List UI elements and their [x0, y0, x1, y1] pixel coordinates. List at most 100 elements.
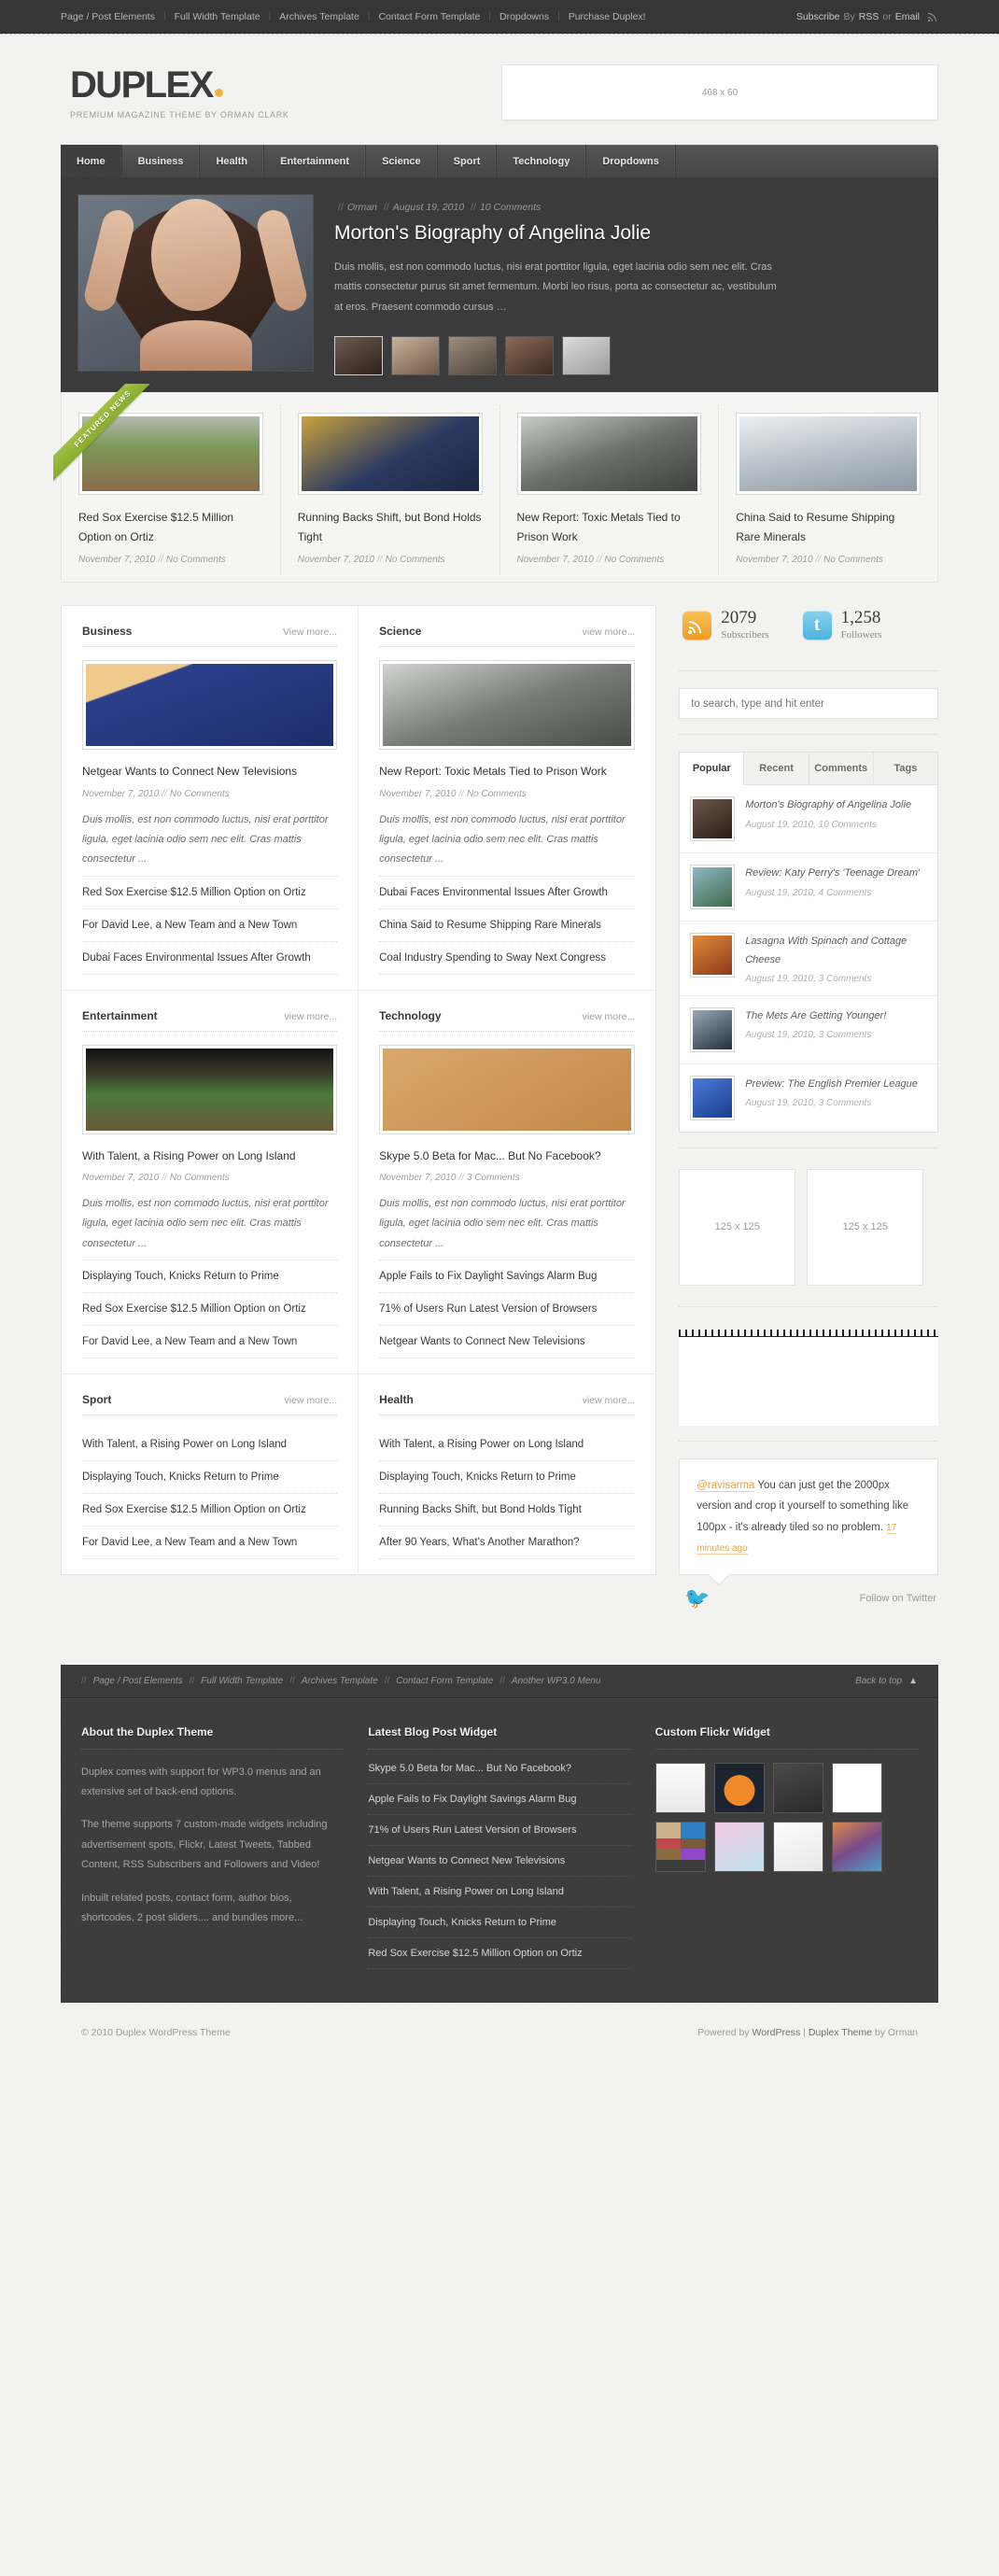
- featured-item[interactable]: China Said to Resume Shipping Rare Miner…: [719, 405, 937, 574]
- top-nav-link-0[interactable]: Page / Post Elements: [61, 11, 163, 22]
- featured-item-comments[interactable]: No Comments: [823, 555, 883, 565]
- ad-slot-1[interactable]: 125 x 125: [679, 1168, 796, 1286]
- list-item[interactable]: Dubai Faces Environmental Issues After G…: [82, 940, 338, 975]
- wordpress-link[interactable]: WordPress: [753, 2027, 801, 2038]
- post-title[interactable]: Lasagna With Spinach and Cottage Cheese: [745, 933, 927, 969]
- view-more-link[interactable]: view more...: [583, 1011, 636, 1022]
- rss-icon[interactable]: [927, 11, 938, 22]
- list-item[interactable]: Apple Fails to Fix Daylight Savings Alar…: [379, 1260, 636, 1292]
- post-comments[interactable]: No Comments: [170, 1173, 230, 1183]
- list-item[interactable]: The Mets Are Getting Younger! August 19, …: [680, 996, 937, 1064]
- tab-tags[interactable]: Tags: [873, 753, 937, 786]
- post-title[interactable]: Morton's Biography of Angelina Jolie: [745, 796, 927, 814]
- featured-item[interactable]: Running Backs Shift, but Bond Holds Tigh…: [281, 405, 500, 575]
- search-input[interactable]: [679, 688, 938, 720]
- post-thumbnail[interactable]: [82, 1044, 338, 1134]
- post-thumbnail[interactable]: [690, 933, 736, 978]
- footer-nav-link-2[interactable]: Archives Template: [297, 1676, 383, 1686]
- ad-slot-2[interactable]: 125 x 125: [807, 1168, 924, 1286]
- rss-feed-icon[interactable]: [682, 610, 712, 640]
- list-item[interactable]: For David Lee, a New Team and a New Town: [82, 1325, 338, 1359]
- header-ad-banner[interactable]: 468 x 60: [501, 64, 938, 120]
- flickr-thumb[interactable]: [713, 1762, 765, 1813]
- tweet-handle-link[interactable]: @ravisarma: [696, 1479, 755, 1492]
- featured-thumbnail[interactable]: [78, 413, 263, 496]
- featured-thumbnail[interactable]: [516, 413, 702, 496]
- slider-author[interactable]: Orman: [347, 202, 377, 213]
- post-title[interactable]: Preview: The English Premier League: [745, 1076, 927, 1093]
- nav-item-home[interactable]: Home: [61, 145, 122, 177]
- post-thumbnail[interactable]: [690, 1075, 736, 1120]
- view-more-link[interactable]: view more...: [583, 626, 636, 638]
- featured-item-title[interactable]: New Report: Toxic Metals Tied to Prison …: [517, 508, 702, 547]
- list-item[interactable]: For David Lee, a New Team and a New Town: [82, 1526, 338, 1560]
- nav-item-science[interactable]: Science: [366, 145, 438, 177]
- list-item[interactable]: 71% of Users Run Latest Version of Brows…: [368, 1815, 631, 1846]
- list-item[interactable]: After 90 Years, What's Another Marathon?: [379, 1526, 636, 1560]
- nav-item-entertainment[interactable]: Entertainment: [264, 145, 367, 177]
- nav-item-health[interactable]: Health: [200, 145, 265, 177]
- flickr-thumb[interactable]: [713, 1821, 765, 1872]
- list-item[interactable]: With Talent, a Rising Power on Long Isla…: [368, 1877, 631, 1907]
- featured-item-comments[interactable]: No Comments: [604, 555, 664, 565]
- featured-item-title[interactable]: Running Backs Shift, but Bond Holds Tigh…: [298, 508, 483, 547]
- view-more-link[interactable]: view more...: [285, 1011, 338, 1022]
- slider-thumb-2[interactable]: [391, 336, 440, 376]
- featured-item-comments[interactable]: No Comments: [166, 555, 226, 565]
- top-nav-link-5[interactable]: Purchase Duplex!: [560, 11, 654, 22]
- slider-thumb-3[interactable]: [448, 336, 497, 376]
- view-more-link[interactable]: View more...: [283, 626, 337, 638]
- list-item[interactable]: Review: Katy Perry's 'Teenage Dream' Augu…: [680, 853, 937, 922]
- flickr-thumb[interactable]: [772, 1762, 823, 1813]
- footer-nav-link-1[interactable]: Full Width Template: [196, 1676, 288, 1686]
- post-title[interactable]: The Mets Are Getting Younger!: [745, 1007, 927, 1025]
- flickr-thumb[interactable]: [654, 1821, 706, 1872]
- list-item[interactable]: Skype 5.0 Beta for Mac... But No Faceboo…: [368, 1763, 631, 1784]
- twitter-icon[interactable]: t: [802, 610, 832, 640]
- featured-item[interactable]: Red Sox Exercise $12.5 Million Option on…: [62, 405, 281, 575]
- slider-hero-image[interactable]: [77, 194, 314, 372]
- nav-item-dropdowns[interactable]: Dropdowns: [586, 145, 676, 177]
- featured-item[interactable]: New Report: Toxic Metals Tied to Prison …: [500, 405, 720, 575]
- post-thumbnail[interactable]: [690, 865, 736, 910]
- slider-comment-count[interactable]: 10 Comments: [480, 202, 541, 213]
- nav-item-business[interactable]: Business: [122, 145, 201, 177]
- post-comments[interactable]: No Comments: [467, 789, 527, 799]
- featured-item-title[interactable]: China Said to Resume Shipping Rare Miner…: [736, 508, 921, 547]
- top-nav-link-2[interactable]: Archives Template: [271, 11, 368, 22]
- post-thumbnail[interactable]: [82, 660, 338, 751]
- list-item[interactable]: Red Sox Exercise $12.5 Million Option on…: [368, 1938, 631, 1969]
- site-logo[interactable]: DUPLEX: [70, 66, 289, 104]
- subscribe-email-link[interactable]: Email: [895, 11, 920, 22]
- footer-nav-link-0[interactable]: Page / Post Elements: [89, 1676, 188, 1686]
- list-item[interactable]: Displaying Touch, Knicks Return to Prime: [368, 1907, 631, 1938]
- rss-subscribers[interactable]: 2079 Subscribers: [682, 609, 769, 640]
- featured-item-title[interactable]: Red Sox Exercise $12.5 Million Option on…: [78, 508, 263, 547]
- tab-comments[interactable]: Comments: [809, 753, 874, 786]
- theme-link[interactable]: Duplex Theme: [809, 2027, 872, 2038]
- list-item[interactable]: Displaying Touch, Knicks Return to Prime: [379, 1460, 636, 1493]
- top-nav-link-4[interactable]: Dropdowns: [491, 11, 557, 22]
- footer-nav-link-3[interactable]: Contact Form Template: [391, 1676, 498, 1686]
- list-item[interactable]: With Talent, a Rising Power on Long Isla…: [82, 1429, 337, 1460]
- footer-nav-link-4[interactable]: Another WP3.0 Menu: [507, 1676, 606, 1686]
- post-thumbnail[interactable]: [379, 660, 636, 751]
- featured-thumbnail[interactable]: [297, 413, 483, 496]
- flickr-thumb[interactable]: [831, 1762, 882, 1813]
- list-item[interactable]: Morton's Biography of Angelina Jolie Augu…: [680, 785, 937, 854]
- slider-thumb-4[interactable]: [505, 336, 554, 376]
- list-item[interactable]: Netgear Wants to Connect New Televisions: [368, 1846, 631, 1877]
- list-item[interactable]: Netgear Wants to Connect New Televisions: [379, 1325, 636, 1359]
- list-item[interactable]: Displaying Touch, Knicks Return to Prime: [82, 1460, 338, 1493]
- post-thumbnail[interactable]: [690, 1006, 736, 1052]
- featured-item-comments[interactable]: No Comments: [386, 555, 445, 565]
- list-item[interactable]: With Talent, a Rising Power on Long Isla…: [379, 1429, 635, 1460]
- post-title[interactable]: Skype 5.0 Beta for Mac... But No Faceboo…: [379, 1147, 635, 1165]
- flickr-thumb[interactable]: [654, 1762, 706, 1813]
- slider-post-title[interactable]: Morton's Biography of Angelina Jolie: [334, 222, 908, 245]
- post-title[interactable]: Review: Katy Perry's 'Teenage Dream': [745, 865, 927, 882]
- list-item[interactable]: Dubai Faces Environmental Issues After G…: [379, 875, 636, 908]
- top-nav-link-1[interactable]: Full Width Template: [166, 11, 269, 22]
- top-nav-link-3[interactable]: Contact Form Template: [370, 11, 488, 22]
- list-item[interactable]: Lasagna With Spinach and Cottage Cheese A…: [680, 922, 937, 996]
